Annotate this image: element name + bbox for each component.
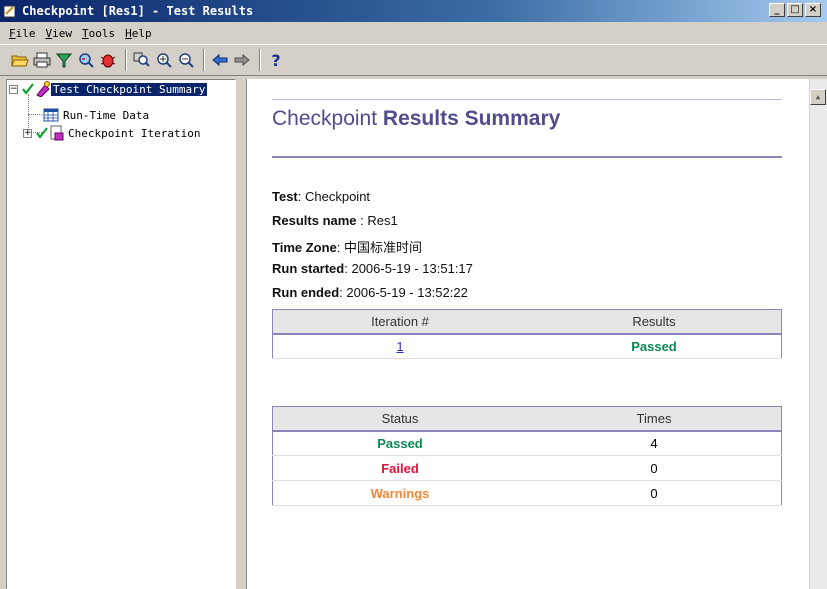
tree-item-runtime-data[interactable]: Run-Time Data [43, 106, 149, 124]
title-bar[interactable]: Checkpoint [Res1] - Test Results _ □ × [0, 0, 827, 22]
iteration-icon [50, 125, 64, 141]
bug-icon[interactable] [98, 49, 118, 71]
help-label: ? [271, 50, 281, 70]
check-icon [36, 127, 48, 139]
tree-item-summary[interactable]: − Test Checkpoint Summary [9, 80, 208, 98]
table-header-row: Status Times [272, 406, 782, 432]
menu-help[interactable]: Help [120, 27, 157, 40]
open-folder-icon[interactable] [10, 49, 30, 71]
pane-splitter[interactable] [236, 79, 246, 589]
print-icon[interactable] [32, 49, 52, 71]
title-rule-top [272, 99, 782, 100]
menu-bar: File View Tools Help [0, 22, 827, 44]
report-pane: Checkpoint Results Summary Test: Checkpo… [246, 79, 827, 589]
menu-view[interactable]: View [41, 27, 78, 40]
zoom-in-icon[interactable] [154, 49, 174, 71]
grid-icon [43, 108, 59, 122]
table-row: Failed 0 [272, 455, 782, 481]
column-header-times: Times [527, 406, 782, 432]
column-header-status: Status [272, 406, 527, 432]
times-passed: 4 [527, 430, 782, 456]
filter-icon[interactable] [54, 49, 74, 71]
info-time-zone: Time Zone: 中国标准时间 [272, 240, 423, 255]
expand-toggle[interactable]: + [23, 128, 32, 138]
iteration-result: Passed [527, 333, 782, 359]
back-arrow-icon[interactable] [210, 49, 230, 71]
tree-pane[interactable]: − Test Checkpoint Summary Run-Time Data … [6, 79, 236, 589]
info-test: Test: Checkpoint [272, 189, 371, 204]
iterations-table: Iteration # Results 1 Passed [272, 309, 782, 359]
page-title: Checkpoint Results Summary [272, 107, 561, 130]
vertical-scrollbar[interactable]: ▲ [809, 79, 827, 589]
status-table: Status Times Passed 4 Failed 0 Warnings [272, 406, 782, 506]
toolbar: ? [0, 44, 827, 76]
run-info: Test: Checkpoint Results name : Res1 Tim… [272, 189, 473, 309]
toolbar-separator [125, 49, 127, 71]
maximize-button[interactable]: □ [787, 3, 803, 17]
times-failed: 0 [527, 455, 782, 481]
collapse-toggle[interactable]: − [9, 84, 18, 94]
forward-arrow-icon[interactable] [232, 49, 252, 71]
table-row: Passed 4 [272, 430, 782, 456]
scroll-up-arrow-icon[interactable]: ▲ [810, 89, 826, 105]
app-icon [3, 5, 16, 18]
table-row: Warnings 0 [272, 480, 782, 506]
table-header-row: Iteration # Results [272, 309, 782, 335]
tree-label-runtime-data: Run-Time Data [63, 108, 150, 122]
test-icon [36, 81, 50, 97]
iteration-link[interactable]: 1 [396, 339, 403, 354]
zoom-fit-icon[interactable] [132, 49, 152, 71]
check-icon [22, 83, 34, 95]
app-window: Checkpoint [Res1] - Test Results _ □ × F… [0, 0, 827, 589]
menu-file[interactable]: File [4, 27, 41, 40]
status-failed: Failed [272, 455, 527, 481]
tree-connector [28, 114, 42, 115]
window-title: Checkpoint [Res1] - Test Results [22, 4, 254, 18]
status-passed: Passed [272, 430, 527, 456]
info-results-name: Results name : Res1 [272, 213, 398, 228]
menu-tools[interactable]: Tools [77, 27, 120, 40]
info-run-started: Run started: 2006-5-19 - 13:51:17 [272, 261, 473, 276]
find-icon[interactable] [76, 49, 96, 71]
column-header-iteration: Iteration # [272, 309, 527, 335]
help-icon[interactable]: ? [266, 49, 286, 71]
minimize-button[interactable]: _ [769, 3, 785, 17]
tree-item-iteration[interactable]: + Checkpoint Iteration [23, 124, 200, 142]
info-run-ended: Run ended: 2006-5-19 - 13:52:22 [272, 285, 468, 300]
column-header-results: Results [527, 309, 782, 335]
toolbar-separator [259, 49, 261, 71]
times-warnings: 0 [527, 480, 782, 506]
table-row: 1 Passed [272, 333, 782, 359]
tree-label-iteration: Checkpoint Iteration [68, 126, 201, 140]
title-rule-bottom [272, 156, 782, 158]
close-button[interactable]: × [805, 3, 821, 17]
zoom-out-icon[interactable] [176, 49, 196, 71]
toolbar-separator [203, 49, 205, 71]
status-warnings: Warnings [272, 480, 527, 506]
window-controls: _ □ × [769, 3, 821, 17]
tree-label-summary: Test Checkpoint Summary [51, 82, 208, 96]
